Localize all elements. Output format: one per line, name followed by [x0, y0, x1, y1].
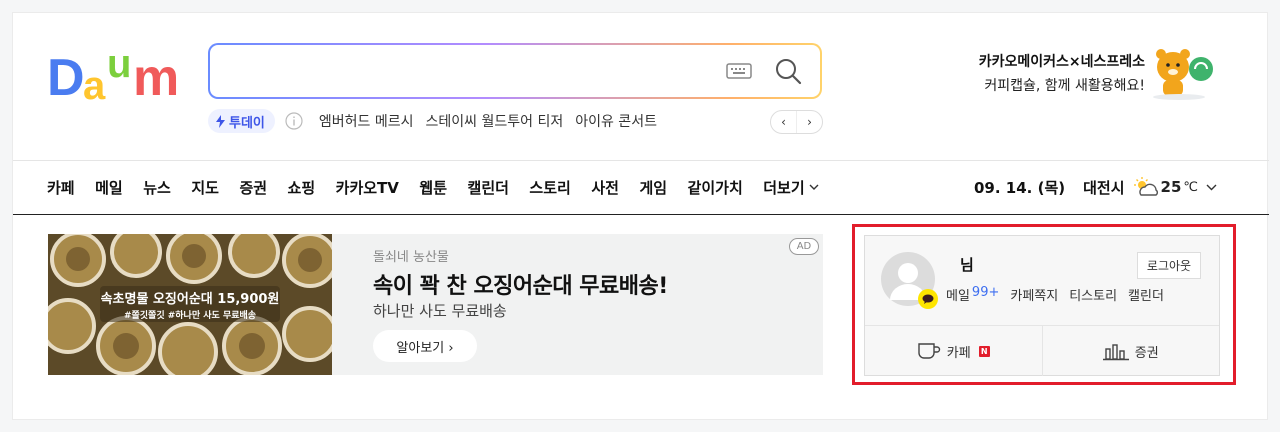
date-weather: 09. 14. (목) 대전시 25 ℃	[974, 176, 1217, 198]
nav-item-mail[interactable]: 메일	[95, 177, 123, 198]
service-nav: 카페 메일 뉴스 지도 증권 쇼핑 카카오TV 웹툰 캘린더 스토리 사전 게임…	[47, 176, 839, 198]
nav-item-story[interactable]: 스토리	[529, 177, 570, 198]
user-panel: 님 로그아웃 메일 99+ 카페쪽지 티스토리 캘린더 카페 N 증권	[864, 235, 1220, 376]
stock-shortcut[interactable]: 증권	[1043, 326, 1220, 376]
issue-link[interactable]: 아이유 콘서트	[575, 111, 657, 131]
cafe-note-link[interactable]: 카페쪽지	[1010, 285, 1058, 304]
banner-title: 속이 꽉 찬 오징어순대 무료배송!	[373, 274, 668, 299]
logout-button[interactable]: 로그아웃	[1137, 252, 1201, 279]
issue-pager: ‹ ›	[770, 110, 823, 134]
search-icon[interactable]	[774, 57, 802, 85]
nav-item-cafe[interactable]: 카페	[47, 177, 75, 198]
cafe-label: 카페	[946, 345, 971, 361]
svg-text:m: m	[133, 49, 179, 103]
tistory-link[interactable]: 티스토리	[1069, 285, 1117, 304]
chevron-down-icon	[809, 184, 819, 190]
svg-text:D: D	[47, 49, 85, 103]
today-label: 투데이	[229, 115, 265, 131]
cup-icon	[918, 343, 940, 359]
keyboard-icon[interactable]	[726, 61, 752, 81]
ryan-character-icon[interactable]	[1151, 41, 1217, 101]
stock-label: 증권	[1134, 345, 1159, 361]
nav-more-label: 더보기	[763, 178, 805, 197]
nav-item-game[interactable]: 게임	[639, 177, 667, 198]
daum-home-page: D a u m 투데이 엠버허드 메르시 스테이씨 월드투어 티저 아이유 콘서…	[12, 12, 1269, 420]
promo-banner[interactable]: 카카오메이커스×네스프레소 커피캡슐, 함께 새활용해요!	[979, 51, 1145, 95]
nav-item-dictionary[interactable]: 사전	[591, 177, 619, 198]
mail-count: 99+	[971, 285, 1000, 300]
promo-title: 카카오메이커스×네스프레소	[978, 54, 1145, 70]
nav-item-calendar[interactable]: 캘린더	[468, 177, 509, 198]
nav-item-webtoon[interactable]: 웹툰	[419, 177, 447, 198]
product-image: 속초명물 오징어순대 15,900원 #쫄깃쫄깃 #하나만 사도 무료배송	[48, 234, 332, 375]
nav-bottom-line	[13, 214, 1269, 215]
nav-item-kakaotv[interactable]: 카카오TV	[336, 177, 399, 198]
banner-subtitle: 하나만 사도 무료배송	[373, 302, 507, 320]
calendar-link[interactable]: 캘린더	[1128, 285, 1164, 304]
temperature-unit: ℃	[1183, 179, 1198, 195]
temperature: 25	[1160, 178, 1182, 196]
mail-link[interactable]: 메일 99+	[946, 285, 999, 304]
nav-divider	[13, 160, 1269, 161]
issue-list: 엠버허드 메르시 스테이씨 월드투어 티저 아이유 콘서트	[319, 111, 669, 131]
today-button[interactable]: 투데이	[208, 109, 275, 133]
search-box	[208, 43, 822, 99]
nav-item-shopping[interactable]: 쇼핑	[288, 177, 316, 198]
daum-logo[interactable]: D a u m	[47, 41, 187, 103]
svg-text:a: a	[83, 64, 106, 103]
bolt-icon	[216, 114, 225, 128]
user-links: 메일 99+ 카페쪽지 티스토리 캘린더	[946, 285, 1175, 304]
partly-cloudy-icon	[1133, 177, 1158, 196]
new-badge: N	[978, 345, 990, 357]
nav-item-news[interactable]: 뉴스	[143, 177, 171, 198]
image-caption: 속초명물 오징어순대 15,900원	[100, 292, 280, 307]
next-button[interactable]: ›	[797, 111, 822, 133]
date-text: 09. 14. (목)	[974, 178, 1066, 197]
today-issues: 투데이 엠버허드 메르시 스테이씨 월드투어 티저 아이유 콘서트	[208, 109, 669, 133]
prev-button[interactable]: ‹	[771, 111, 797, 133]
image-tags: #쫄깃쫄깃 #하나만 사도 무료배송	[123, 311, 257, 321]
mail-label: 메일	[946, 289, 970, 304]
ad-badge[interactable]: AD	[789, 238, 819, 255]
ad-banner[interactable]: 속초명물 오징어순대 15,900원 #쫄깃쫄깃 #하나만 사도 무료배송 돌쇠…	[48, 234, 823, 375]
search-input[interactable]	[226, 45, 706, 97]
svg-text:u: u	[107, 42, 131, 86]
nav-item-map[interactable]: 지도	[191, 177, 219, 198]
nav-item-stock[interactable]: 증권	[239, 177, 267, 198]
issue-link[interactable]: 엠버허드 메르시	[319, 111, 414, 131]
city-selector[interactable]: 대전시	[1083, 177, 1124, 198]
issue-link[interactable]: 스테이씨 월드투어 티저	[426, 111, 564, 131]
learn-more-button[interactable]: 알아보기 ›	[373, 330, 477, 362]
username[interactable]: 님	[960, 254, 974, 275]
kakao-talk-icon	[918, 289, 938, 309]
nav-more-button[interactable]: 더보기	[763, 177, 819, 198]
nav-item-together[interactable]: 같이가치	[688, 177, 743, 198]
bar-chart-icon	[1102, 344, 1129, 361]
quick-services: 카페 N 증권	[865, 325, 1219, 376]
cafe-shortcut[interactable]: 카페 N	[865, 326, 1043, 376]
seller-name: 돌쇠네 농산물	[373, 250, 449, 265]
info-icon[interactable]	[285, 112, 303, 130]
chevron-down-icon[interactable]	[1206, 184, 1217, 191]
promo-subtitle: 커피캡슐, 함께 새활용해요!	[984, 78, 1145, 94]
